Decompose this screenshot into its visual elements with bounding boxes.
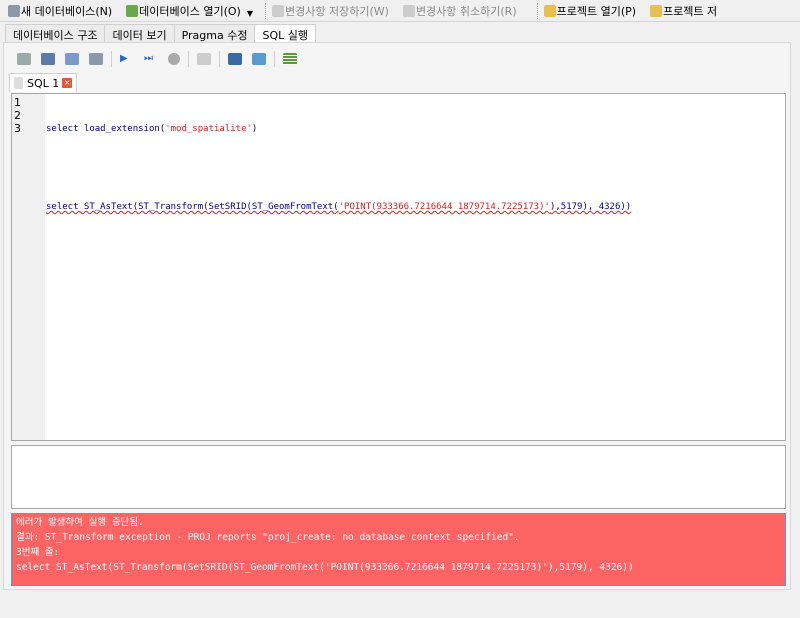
separator: [111, 51, 112, 67]
open-project-button[interactable]: 프로젝트 열기(P): [543, 1, 637, 21]
error-line: 3번째 줄:: [16, 547, 60, 558]
code-string: 'POINT(933366.7216644 1879714.7225173)': [338, 202, 550, 212]
separator: [274, 51, 275, 67]
open-database-label: 데이터베이스 열기(O): [139, 4, 241, 18]
execute-sql-panel: ▶ ⏭ SQL 1 × 1 2 3 select load_extension(…: [3, 42, 791, 590]
new-database-label: 새 데이터베이스(N): [21, 4, 113, 18]
open-database-button[interactable]: 데이터베이스 열기(O): [126, 1, 241, 21]
line-number: 1: [14, 96, 21, 109]
open-project-label: 프로젝트 열기(P): [556, 4, 637, 18]
error-line: 에러가 발생하여 실행 중단됨.: [16, 517, 144, 528]
error-line: select ST_AsText(ST_Transform(SetSRID(ST…: [16, 562, 634, 573]
sql-tab-label: SQL 1: [27, 76, 60, 90]
main-toolbar: 새 데이터베이스(N) 데이터베이스 열기(O) ▼ 변경사항 저장하기(W) …: [0, 0, 800, 22]
tab-database-structure[interactable]: 데이터베이스 구조: [5, 24, 106, 42]
open-tab-icon[interactable]: [17, 53, 31, 65]
line-number: 3: [14, 122, 21, 135]
write-changes-label: 변경사항 저장하기(W): [285, 4, 389, 18]
code-line-1: select load_extension('mod_spatialite'): [46, 123, 631, 136]
error-line: 결과: ST_Transform exception - PROJ report…: [16, 532, 520, 543]
separator: [265, 2, 267, 19]
separator: [188, 51, 189, 67]
code-text: ),5179), 4326)): [549, 202, 632, 212]
revert-changes-label: 변경사항 취소하기(R): [415, 4, 517, 18]
execute-line-icon[interactable]: ⏭: [144, 53, 158, 65]
sql-editor[interactable]: 1 2 3 select load_extension('mod_spatial…: [11, 93, 786, 441]
code-line-3: select ST_AsText(ST_Transform(SetSRID(ST…: [46, 201, 631, 214]
tab-edit-pragmas[interactable]: Pragma 수정: [173, 24, 256, 42]
save-results-icon[interactable]: [197, 53, 211, 65]
code-text: select load_extension(: [46, 124, 166, 134]
sql-toolbar: ▶ ⏭: [12, 51, 302, 67]
stop-icon[interactable]: [168, 53, 180, 65]
open-project-icon: [543, 4, 556, 17]
dropdown-arrow-icon[interactable]: ▼: [247, 9, 253, 18]
save-project-button[interactable]: 프로젝트 저: [650, 1, 717, 21]
print-icon[interactable]: [89, 53, 103, 65]
save-project-label: 프로젝트 저: [663, 4, 718, 18]
code-string: 'mod_spatialite': [165, 124, 252, 134]
sql-editor-tab[interactable]: SQL 1 ×: [9, 73, 78, 92]
code-text: ): [251, 124, 258, 134]
separator: [536, 2, 538, 19]
document-icon: [14, 77, 23, 89]
new-database-icon: [8, 4, 20, 17]
execute-all-icon[interactable]: ▶: [120, 53, 134, 65]
new-database-button[interactable]: 새 데이터베이스(N): [8, 1, 112, 21]
comment-icon[interactable]: [283, 53, 297, 65]
save-project-icon: [650, 4, 663, 17]
find-replace-icon[interactable]: [252, 53, 266, 65]
separator: [219, 51, 220, 67]
sql-code[interactable]: select load_extension('mod_spatialite') …: [45, 94, 631, 440]
results-grid[interactable]: [11, 445, 786, 509]
write-changes-icon: [272, 4, 285, 17]
revert-changes-button[interactable]: 변경사항 취소하기(R): [402, 1, 517, 21]
tab-execute-sql[interactable]: SQL 실행: [254, 24, 316, 43]
write-changes-button[interactable]: 변경사항 저장하기(W): [272, 1, 389, 21]
main-tabs: 데이터베이스 구조 데이터 보기 Pragma 수정 SQL 실행: [5, 24, 316, 43]
revert-changes-icon: [402, 4, 415, 17]
tab-browse-data[interactable]: 데이터 보기: [104, 24, 175, 42]
open-sql-file-icon[interactable]: [41, 53, 55, 65]
find-icon[interactable]: [228, 53, 242, 65]
open-database-icon: [126, 4, 139, 17]
error-message-pane: 에러가 발생하여 실행 중단됨. 결과: ST_Transform excepti…: [11, 513, 786, 586]
save-sql-file-icon[interactable]: [65, 53, 79, 65]
close-icon[interactable]: ×: [62, 78, 73, 88]
line-number: 2: [14, 109, 21, 122]
code-text: select ST_AsText(ST_Transform(SetSRID(ST…: [46, 202, 339, 212]
line-number-gutter: 1 2 3: [12, 94, 45, 440]
